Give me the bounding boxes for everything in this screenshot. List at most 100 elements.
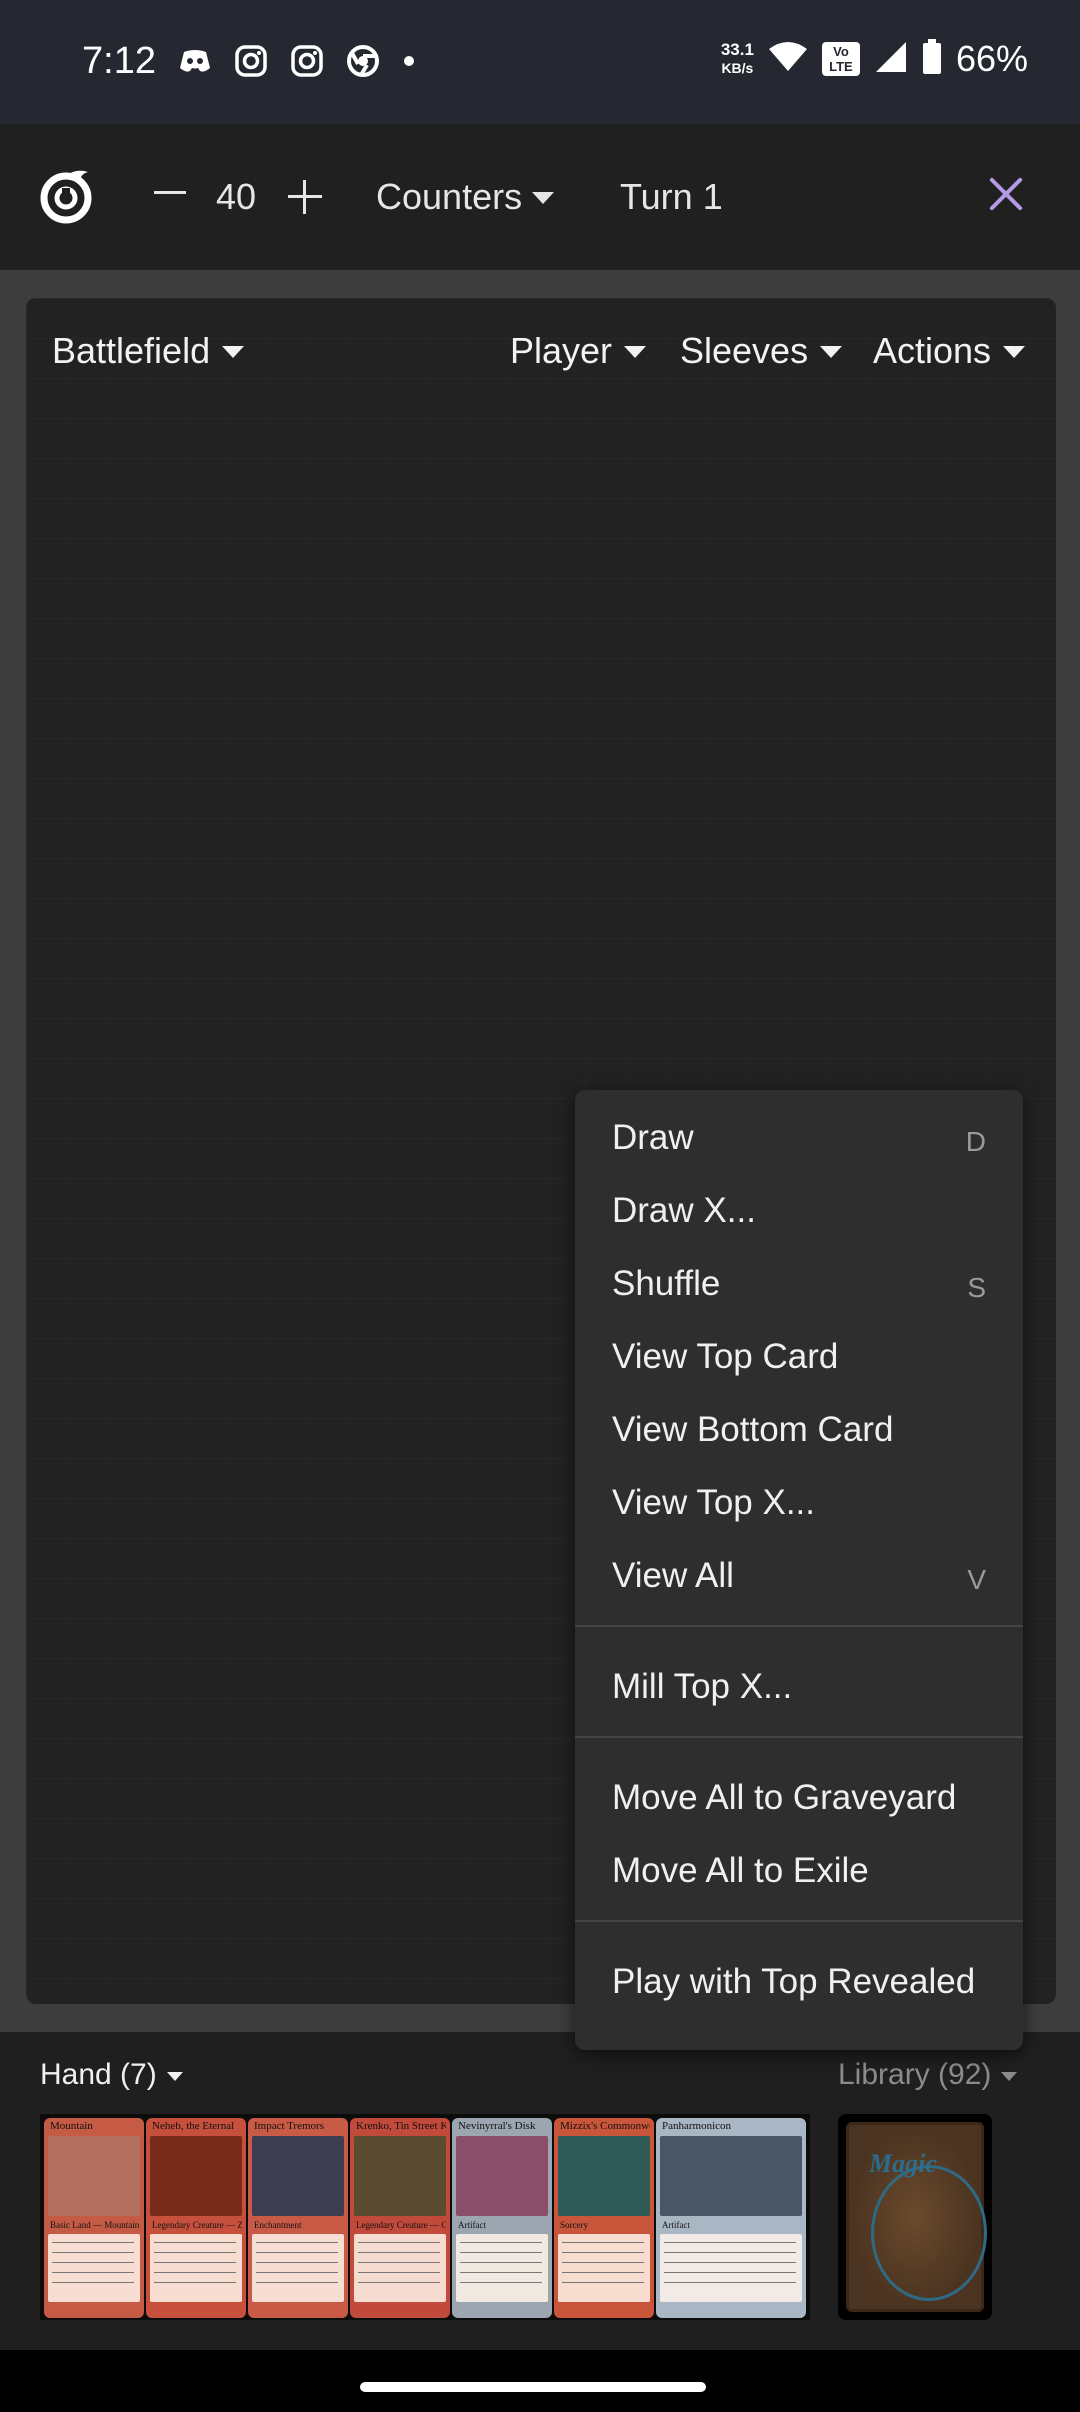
counters-dropdown[interactable]: Counters <box>376 176 555 218</box>
card-type-line: Enchantment <box>254 2220 302 2230</box>
card-name: Impact Tremors <box>254 2120 324 2132</box>
counters-label: Counters <box>376 176 523 217</box>
sleeves-dropdown-label: Sleeves <box>680 330 809 371</box>
hand-label: Hand (7) <box>40 2058 157 2091</box>
life-decrement-button[interactable] <box>152 174 188 210</box>
status-notification-icons <box>178 44 416 78</box>
menu-item-move-all-to-exile[interactable]: Move All to Exile <box>575 1835 1023 1907</box>
card-back-frame: Magic <box>846 2122 987 2312</box>
menu-item-label: Mill Top X... <box>612 1667 793 1706</box>
menu-item-view-bottom-card[interactable]: View Bottom Card <box>575 1394 1023 1466</box>
menu-item-view-top-card[interactable]: View Top Card <box>575 1321 1023 1393</box>
battery-icon <box>922 38 942 80</box>
menu-item-play-with-top-revealed[interactable]: Play with Top Revealed <box>575 1946 1023 2018</box>
sleeves-dropdown[interactable]: Sleeves <box>680 330 843 372</box>
menu-item-label: Shuffle <box>612 1264 721 1303</box>
chevron-down-icon <box>820 346 843 358</box>
player-dropdown-label: Player <box>510 330 613 371</box>
discord-icon <box>178 48 212 74</box>
status-time: 7:12 <box>82 40 156 82</box>
player-dropdown[interactable]: Player <box>510 330 647 372</box>
menu-item-shuffle[interactable]: Shuffle S <box>575 1248 1023 1320</box>
menu-item-view-all[interactable]: View All V <box>575 1540 1023 1612</box>
zone-selector-dropdown[interactable]: Battlefield <box>52 330 245 372</box>
menu-item-label: View Top X... <box>612 1483 815 1522</box>
menu-item-label: View Bottom Card <box>612 1410 894 1449</box>
volte-icon: Vo LTE <box>821 42 860 76</box>
hand-card[interactable]: Mountain Basic Land — Mountain <box>44 2118 144 2318</box>
hand-card[interactable]: Neheb, the Eternal Legendary Creature — Z… <box>146 2118 246 2318</box>
close-icon[interactable] <box>986 174 1026 214</box>
hand-card[interactable]: Mizzix's Commonwealth Sorcery <box>554 2118 654 2318</box>
card-back-oval <box>871 2165 987 2301</box>
network-speed-unit: KB/s <box>721 60 754 76</box>
menu-item-draw-x[interactable]: Draw X... <box>575 1175 1023 1247</box>
card-art <box>456 2136 548 2216</box>
card-art <box>150 2136 242 2216</box>
card-type-line: Legendary Creature — Zombie Minotaur <box>152 2220 242 2230</box>
turn-indicator: Turn 1 <box>620 176 723 217</box>
card-art <box>558 2136 650 2216</box>
menu-item-label: Draw X... <box>612 1191 756 1230</box>
card-text-box <box>150 2234 242 2302</box>
card-type-line: Legendary Creature — Goblin <box>356 2220 446 2230</box>
instagram-icon <box>234 44 268 78</box>
menu-divider <box>575 1625 1023 1627</box>
menu-item-shortcut: S <box>967 1272 986 1303</box>
card-art <box>48 2136 140 2216</box>
card-name: Neheb, the Eternal <box>152 2120 235 2132</box>
card-name: Mizzix's Commonwealth <box>560 2120 650 2132</box>
instagram-icon <box>290 44 324 78</box>
chevron-down-icon <box>1001 2071 1018 2081</box>
menu-item-move-all-to-graveyard[interactable]: Move All to Graveyard <box>575 1762 1023 1834</box>
menu-item-shortcut: D <box>965 1126 986 1157</box>
menu-item-label: Move All to Exile <box>612 1851 869 1890</box>
chevron-down-icon <box>624 346 647 358</box>
library-context-menu: Draw D Draw X... Shuffle S View Top Card View … <box>575 1090 1023 2050</box>
life-increment-button[interactable] <box>288 180 322 214</box>
menu-item-label: Move All to Graveyard <box>612 1778 957 1817</box>
card-name: Nevinyrral's Disk <box>458 2120 536 2132</box>
card-text-box <box>252 2234 344 2302</box>
chevron-down-icon <box>1003 346 1026 358</box>
library-card-back[interactable]: Magic <box>838 2114 992 2320</box>
menu-item-mill-top-x[interactable]: Mill Top X... <box>575 1651 1023 1723</box>
signal-icon <box>874 40 908 79</box>
navigation-bar <box>0 2350 1080 2412</box>
menu-item-label: Play with Top Revealed <box>612 1962 976 2001</box>
hand-dropdown[interactable]: Hand (7) <box>40 2058 183 2092</box>
card-name: Panharmonicon <box>662 2120 732 2132</box>
home-gesture-handle[interactable] <box>360 2382 706 2392</box>
card-art <box>354 2136 446 2216</box>
app-logo-icon[interactable] <box>36 166 96 231</box>
hand-card[interactable]: Panharmonicon Artifact <box>656 2118 806 2318</box>
card-back-logo: Magic <box>869 2149 937 2178</box>
dot-icon <box>402 54 416 68</box>
menu-item-draw[interactable]: Draw D <box>575 1102 1023 1174</box>
hand-card[interactable]: Nevinyrral's Disk Artifact <box>452 2118 552 2318</box>
card-text-box <box>48 2234 140 2302</box>
chevron-down-icon <box>222 346 245 358</box>
status-system-icons: 33.1 KB/s Vo LTE 66% <box>721 38 1028 80</box>
hand-card[interactable]: Krenko, Tin Street Kingpin Legendary Crea… <box>350 2118 450 2318</box>
chevron-down-icon <box>166 2071 183 2081</box>
card-art <box>660 2136 802 2216</box>
menu-item-label: View All <box>612 1556 734 1595</box>
life-total: 40 <box>216 176 257 217</box>
card-text-box <box>660 2234 802 2302</box>
card-art <box>252 2136 344 2216</box>
library-dropdown[interactable]: Library (92) <box>838 2058 1018 2092</box>
card-type-line: Basic Land — Mountain <box>50 2220 140 2230</box>
menu-divider <box>575 1736 1023 1738</box>
menu-item-view-top-x[interactable]: View Top X... <box>575 1467 1023 1539</box>
network-speed: 33.1 KB/s <box>721 41 754 77</box>
card-type-line: Artifact <box>458 2220 486 2230</box>
menu-item-label: Draw <box>612 1118 694 1157</box>
network-speed-value: 33.1 <box>720 40 754 59</box>
library-label: Library (92) <box>838 2058 992 2091</box>
hand-card[interactable]: Impact Tremors Enchantment <box>248 2118 348 2318</box>
battery-percent: 66% <box>955 38 1028 79</box>
actions-dropdown[interactable]: Actions <box>873 330 1026 372</box>
card-name: Krenko, Tin Street Kingpin <box>356 2120 446 2132</box>
card-type-line: Artifact <box>662 2220 690 2230</box>
